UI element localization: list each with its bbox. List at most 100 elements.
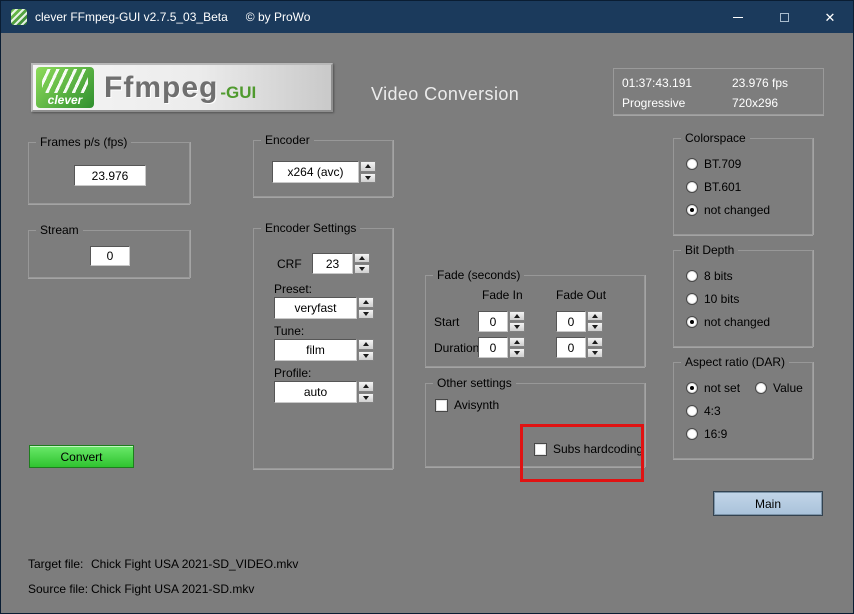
radio-icon[interactable]: [755, 382, 767, 394]
fade-duration-out-spinner[interactable]: 0: [556, 337, 603, 358]
titlebar: clever FFmpeg-GUI v2.7.5_03_Beta © by Pr…: [1, 1, 853, 33]
crf-spinner[interactable]: 23: [312, 253, 370, 274]
subs-hardcoding-checkbox-row[interactable]: Subs hardcoding: [534, 442, 643, 456]
radio-8bits[interactable]: 8 bits: [686, 269, 733, 283]
radio-icon[interactable]: [686, 204, 698, 216]
colorspace-group: Colorspace BT.709 BT.601 not changed: [673, 131, 813, 235]
fps-input[interactable]: [74, 165, 146, 186]
tune-value[interactable]: film: [274, 339, 357, 361]
radio-icon[interactable]: [686, 181, 698, 193]
arrow-down-icon: [363, 395, 369, 400]
radio-icon[interactable]: [686, 382, 698, 394]
down-button[interactable]: [587, 348, 603, 358]
down-button[interactable]: [587, 322, 603, 332]
up-button[interactable]: [587, 311, 603, 321]
encoder-updown: [360, 161, 376, 183]
fade-group: Fade (seconds) Fade In Fade Out Start Du…: [425, 268, 645, 367]
fade-duration-in-value[interactable]: 0: [478, 337, 508, 358]
fade-start-in-spinner[interactable]: 0: [478, 311, 525, 332]
up-button[interactable]: [509, 337, 525, 347]
crf-up-button[interactable]: [354, 253, 370, 263]
preset-label: Preset:: [274, 282, 313, 296]
fade-duration-in-spinner[interactable]: 0: [478, 337, 525, 358]
tune-combo[interactable]: film: [274, 339, 374, 361]
profile-combo[interactable]: auto: [274, 381, 374, 403]
source-file-row: Source file: Chick Fight USA 2021-SD.mkv: [28, 582, 254, 596]
up-button[interactable]: [587, 337, 603, 347]
arrow-down-icon: [363, 353, 369, 358]
tune-down-button[interactable]: [358, 350, 374, 361]
encoder-settings-group: Encoder Settings CRF 23 Preset: veryfast…: [253, 221, 393, 469]
maximize-button[interactable]: [761, 1, 807, 33]
radio-icon[interactable]: [686, 270, 698, 282]
profile-value[interactable]: auto: [274, 381, 357, 403]
arrow-up-icon: [514, 340, 520, 344]
main-button[interactable]: Main: [713, 491, 823, 516]
tune-updown: [358, 339, 374, 361]
arrow-up-icon: [365, 164, 371, 169]
radio-16-9[interactable]: 16:9: [686, 427, 727, 441]
encoder-group-label: Encoder: [261, 133, 314, 147]
preset-combo[interactable]: veryfast: [274, 297, 374, 319]
app-icon: [11, 9, 27, 25]
crf-down-button[interactable]: [354, 264, 370, 274]
convert-button[interactable]: Convert: [29, 445, 134, 468]
radio-icon[interactable]: [686, 316, 698, 328]
radio-label: 16:9: [704, 427, 728, 441]
fade-duration-out-value[interactable]: 0: [556, 337, 586, 358]
media-info-panel: 01:37:43.191 23.976 fps Progressive 720x…: [613, 68, 824, 115]
encoder-down-button[interactable]: [360, 172, 376, 183]
radio-bt601[interactable]: BT.601: [686, 180, 741, 194]
down-button[interactable]: [509, 322, 525, 332]
fade-start-out-value[interactable]: 0: [556, 311, 586, 332]
subs-hardcoding-checkbox[interactable]: [534, 442, 547, 456]
preset-up-button[interactable]: [358, 297, 374, 308]
radio-colorspace-not-changed[interactable]: not changed: [686, 203, 770, 217]
logo-suffix-text: -GUI: [220, 82, 257, 102]
radio-10bits[interactable]: 10 bits: [686, 292, 739, 306]
stream-group-label: Stream: [36, 223, 83, 237]
stream-group: Stream: [28, 223, 190, 278]
radio-icon[interactable]: [686, 428, 698, 440]
fade-duration-in-updown: [509, 337, 525, 358]
tune-up-button[interactable]: [358, 339, 374, 350]
radio-icon[interactable]: [686, 158, 698, 170]
radio-4-3[interactable]: 4:3: [686, 404, 721, 418]
radio-label: BT.709: [704, 157, 742, 171]
stream-input[interactable]: [90, 246, 130, 266]
profile-up-button[interactable]: [358, 381, 374, 392]
radio-not-set[interactable]: not set: [686, 381, 740, 395]
avisynth-checkbox-row[interactable]: Avisynth: [435, 398, 499, 412]
encoder-combo[interactable]: x264 (avc): [272, 161, 376, 183]
fade-out-header: Fade Out: [556, 288, 607, 302]
fade-start-out-updown: [587, 311, 603, 332]
close-button[interactable]: ✕: [807, 1, 853, 33]
encoder-value[interactable]: x264 (avc): [272, 161, 359, 183]
radio-label: BT.601: [704, 180, 742, 194]
encoder-up-button[interactable]: [360, 161, 376, 172]
avisynth-checkbox[interactable]: [435, 398, 448, 412]
bit-depth-group: Bit Depth 8 bits 10 bits not changed: [673, 243, 813, 347]
media-scan-type: Progressive: [622, 96, 686, 110]
bit-depth-group-label: Bit Depth: [681, 243, 739, 257]
fade-duration-label: Duration: [434, 341, 480, 355]
crf-value[interactable]: 23: [312, 253, 353, 274]
logo-main-text: Ffmpeg: [104, 70, 219, 104]
up-button[interactable]: [509, 311, 525, 321]
fade-start-in-updown: [509, 311, 525, 332]
radio-icon[interactable]: [686, 293, 698, 305]
page-title: Video Conversion: [371, 84, 520, 104]
fade-start-out-spinner[interactable]: 0: [556, 311, 603, 332]
fade-start-in-value[interactable]: 0: [478, 311, 508, 332]
radio-bt709[interactable]: BT.709: [686, 157, 741, 171]
down-button[interactable]: [509, 348, 525, 358]
radio-value[interactable]: Value: [755, 381, 803, 395]
preset-down-button[interactable]: [358, 308, 374, 319]
radio-bitdepth-not-changed[interactable]: not changed: [686, 315, 770, 329]
other-settings-group: Other settings Avisynth Subs hardcoding: [425, 376, 645, 467]
radio-icon[interactable]: [686, 405, 698, 417]
preset-value[interactable]: veryfast: [274, 297, 357, 319]
minimize-button[interactable]: [715, 1, 761, 33]
target-file-row: Target file: Chick Fight USA 2021-SD_VID…: [28, 557, 298, 571]
profile-down-button[interactable]: [358, 392, 374, 403]
